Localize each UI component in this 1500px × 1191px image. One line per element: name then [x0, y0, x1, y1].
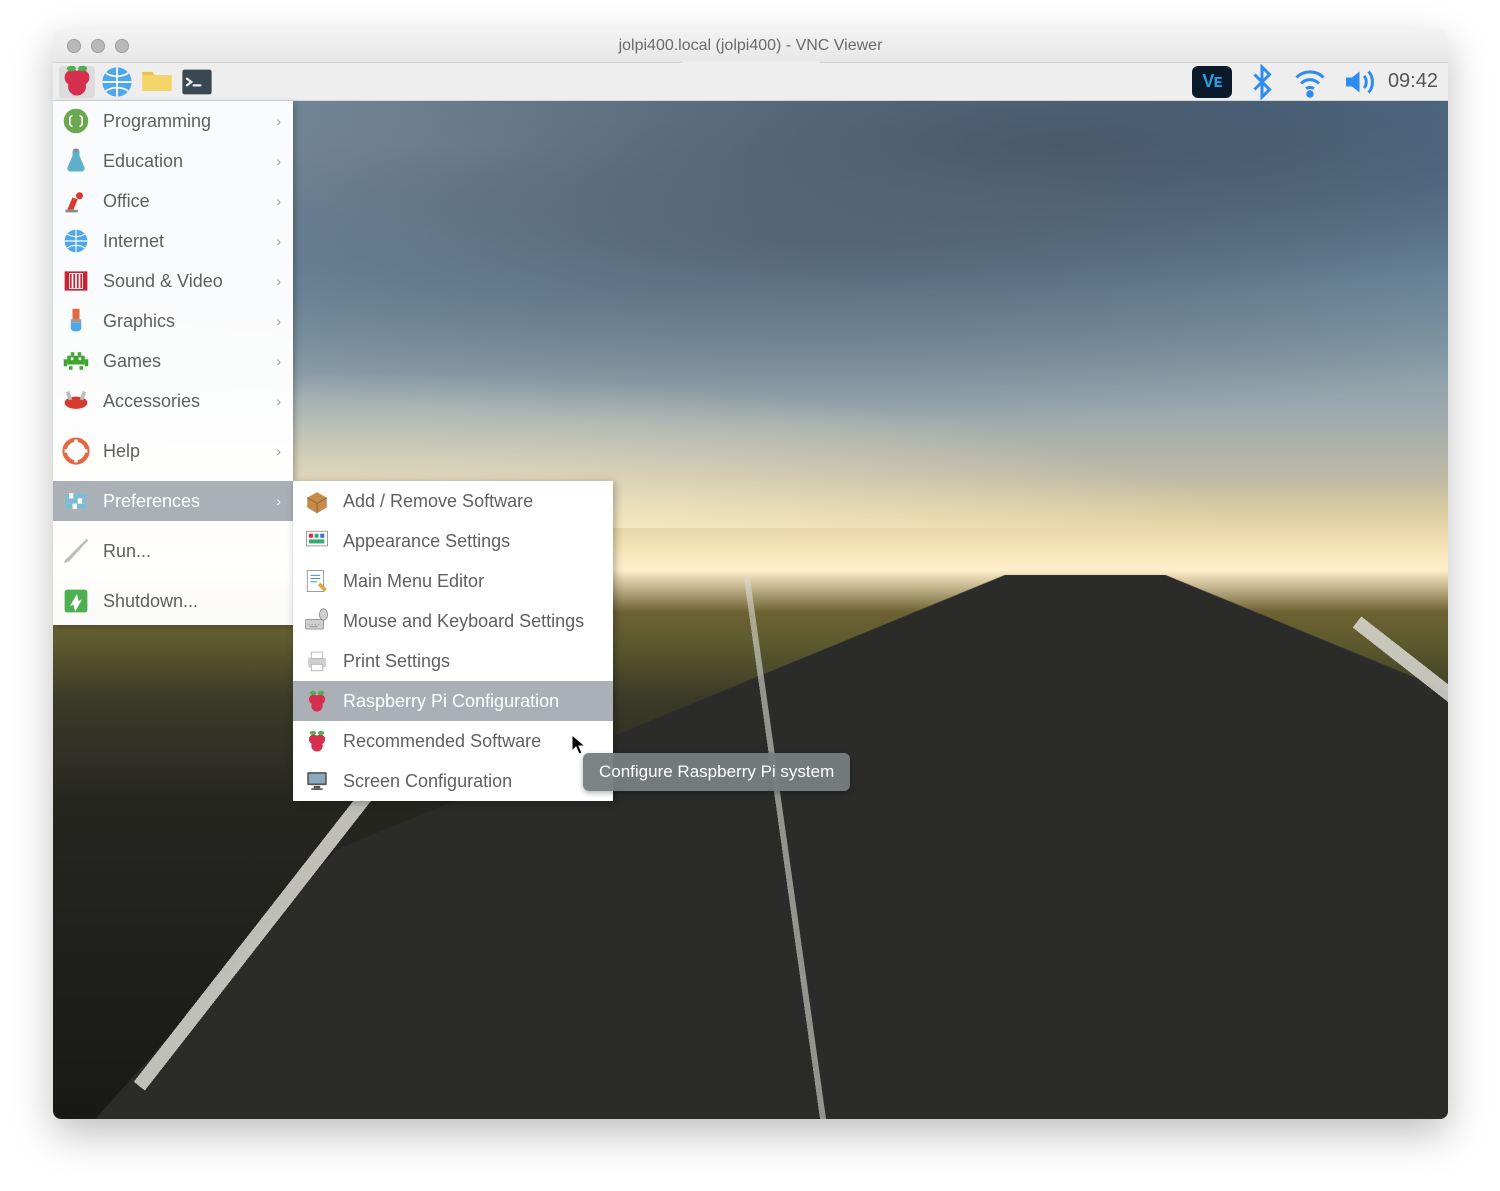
- chevron-right-icon: ›: [276, 273, 281, 289]
- menu-item-label: Education: [103, 151, 264, 172]
- menu-item-label: Run...: [103, 541, 281, 562]
- menu-item-label: Accessories: [103, 391, 264, 412]
- menu-item-label: Sound & Video: [103, 271, 264, 292]
- flask-icon: [61, 146, 91, 176]
- menu-games[interactable]: Games ›: [53, 341, 293, 381]
- submenu-rpi-config[interactable]: Raspberry Pi Configuration: [293, 681, 613, 721]
- chevron-right-icon: ›: [276, 353, 281, 369]
- chevron-right-icon: ›: [276, 493, 281, 509]
- menu-education[interactable]: Education ›: [53, 141, 293, 181]
- menu-help[interactable]: Help ›: [53, 431, 293, 471]
- submenu-item-label: Screen Configuration: [343, 771, 512, 792]
- editor-icon: [303, 567, 331, 595]
- menu-item-label: Office: [103, 191, 264, 212]
- menu-office[interactable]: Office ›: [53, 181, 293, 221]
- run-icon: [61, 536, 91, 566]
- menu-item-label: Internet: [103, 231, 264, 252]
- minimize-icon[interactable]: [91, 39, 105, 53]
- globe-icon: [61, 226, 91, 256]
- film-icon: [61, 266, 91, 296]
- submenu-print[interactable]: Print Settings: [293, 641, 613, 681]
- menu-item-label: Games: [103, 351, 264, 372]
- submenu-item-label: Print Settings: [343, 651, 450, 672]
- submenu-screen-config[interactable]: Screen Configuration: [293, 761, 613, 801]
- start-menu-button[interactable]: [59, 66, 95, 98]
- submenu-item-label: Add / Remove Software: [343, 491, 533, 512]
- bluetooth-tray-icon[interactable]: [1244, 66, 1280, 98]
- application-menu: Programming › Education › Office › Inter…: [53, 101, 293, 625]
- lamp-icon: [61, 186, 91, 216]
- package-icon: [303, 487, 331, 515]
- menu-accessories[interactable]: Accessories ›: [53, 381, 293, 421]
- menu-item-label: Programming: [103, 111, 264, 132]
- terminal-launcher[interactable]: [179, 66, 215, 98]
- submenu-item-label: Main Menu Editor: [343, 571, 484, 592]
- menu-item-label: Preferences: [103, 491, 264, 512]
- tooltip: Configure Raspberry Pi system: [583, 753, 850, 791]
- volume-tray-icon[interactable]: [1340, 66, 1376, 98]
- appearance-icon: [303, 527, 331, 555]
- submenu-menu-editor[interactable]: Main Menu Editor: [293, 561, 613, 601]
- help-icon: [61, 436, 91, 466]
- cursor-icon: [571, 734, 587, 756]
- brush-icon: [61, 306, 91, 336]
- submenu-item-label: Appearance Settings: [343, 531, 510, 552]
- knife-icon: [61, 386, 91, 416]
- chevron-right-icon: ›: [276, 233, 281, 249]
- submenu-appearance[interactable]: Appearance Settings: [293, 521, 613, 561]
- window-title: jolpi400.local (jolpi400) - VNC Viewer: [53, 37, 1448, 55]
- taskbar: Vᴇ 09:42: [53, 63, 1448, 101]
- menu-run[interactable]: Run...: [53, 531, 293, 571]
- menu-item-label: Help: [103, 441, 264, 462]
- browser-launcher[interactable]: [99, 66, 135, 98]
- chevron-right-icon: ›: [276, 193, 281, 209]
- menu-internet[interactable]: Internet ›: [53, 221, 293, 261]
- monitor-icon: [303, 767, 331, 795]
- close-icon[interactable]: [67, 39, 81, 53]
- chevron-right-icon: ›: [276, 443, 281, 459]
- mac-titlebar[interactable]: jolpi400.local (jolpi400) - VNC Viewer: [53, 29, 1448, 63]
- vnc-server-tray-icon[interactable]: Vᴇ: [1192, 66, 1232, 98]
- raspberry-icon: [303, 687, 331, 715]
- vnc-viewer-window: jolpi400.local (jolpi400) - VNC Viewer: [53, 29, 1448, 1119]
- menu-sound-video[interactable]: Sound & Video ›: [53, 261, 293, 301]
- menu-item-label: Shutdown...: [103, 591, 281, 612]
- chevron-right-icon: ›: [276, 153, 281, 169]
- clock[interactable]: 09:42: [1388, 70, 1438, 93]
- menu-preferences[interactable]: Preferences ›: [53, 481, 293, 521]
- submenu-item-label: Raspberry Pi Configuration: [343, 691, 559, 712]
- menu-shutdown[interactable]: Shutdown...: [53, 581, 293, 621]
- menu-graphics[interactable]: Graphics ›: [53, 301, 293, 341]
- invader-icon: [61, 346, 91, 376]
- printer-icon: [303, 647, 331, 675]
- preferences-submenu: Add / Remove Software Appearance Setting…: [293, 481, 613, 801]
- shutdown-icon: [61, 586, 91, 616]
- chevron-right-icon: ›: [276, 313, 281, 329]
- window-controls: [67, 39, 129, 53]
- remote-desktop[interactable]: Vᴇ 09:42 Programming ›: [53, 63, 1448, 1119]
- raspberry-icon: [303, 727, 331, 755]
- submenu-item-label: Mouse and Keyboard Settings: [343, 611, 584, 632]
- wifi-tray-icon[interactable]: [1292, 66, 1328, 98]
- submenu-item-label: Recommended Software: [343, 731, 541, 752]
- chevron-right-icon: ›: [276, 393, 281, 409]
- submenu-recommended[interactable]: Recommended Software: [293, 721, 613, 761]
- menu-item-label: Graphics: [103, 311, 264, 332]
- submenu-mouse-keyboard[interactable]: Mouse and Keyboard Settings: [293, 601, 613, 641]
- code-icon: [61, 106, 91, 136]
- file-manager-launcher[interactable]: [139, 66, 175, 98]
- mouse-keyboard-icon: [303, 607, 331, 635]
- preferences-icon: [61, 486, 91, 516]
- submenu-add-remove-software[interactable]: Add / Remove Software: [293, 481, 613, 521]
- zoom-icon[interactable]: [115, 39, 129, 53]
- chevron-right-icon: ›: [276, 113, 281, 129]
- menu-programming[interactable]: Programming ›: [53, 101, 293, 141]
